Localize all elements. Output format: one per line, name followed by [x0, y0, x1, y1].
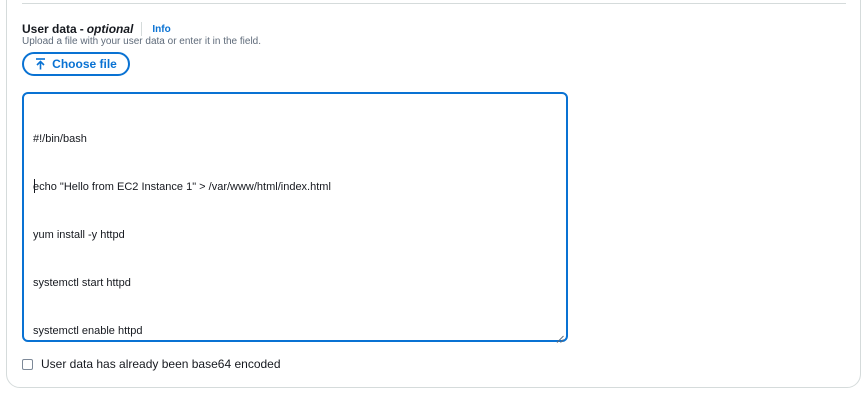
user-data-textarea[interactable]: #!/bin/bash echo "Hello from EC2 Instanc…	[22, 92, 568, 343]
field-label: User data	[22, 22, 77, 36]
resize-handle-icon[interactable]	[556, 330, 564, 343]
field-description: Upload a file with your user data or ent…	[22, 36, 262, 47]
choose-file-label: Choose file	[52, 57, 117, 71]
base64-option[interactable]: User data has already been base64 encode…	[22, 357, 281, 371]
text-caret	[34, 179, 35, 193]
choose-file-button[interactable]: Choose file	[22, 52, 130, 76]
user-data-content: #!/bin/bash echo "Hello from EC2 Instanc…	[33, 99, 331, 371]
base64-checkbox-label[interactable]: User data has already been base64 encode…	[41, 357, 281, 371]
optional-label: optional	[86, 22, 134, 36]
code-line: systemctl enable httpd	[33, 325, 143, 337]
upload-arrow-icon	[35, 58, 46, 70]
info-link[interactable]: Info	[152, 24, 170, 35]
label-divider	[141, 22, 143, 36]
code-line: systemctl start httpd	[33, 277, 131, 289]
label-separator: -	[79, 22, 84, 36]
code-line: yum install -y httpd	[33, 229, 125, 241]
section-divider	[22, 3, 846, 4]
code-line: echo "Hello from EC2 Instance 1" > /var/…	[33, 181, 331, 193]
base64-checkbox[interactable]	[22, 358, 33, 370]
code-line: #!/bin/bash	[33, 133, 87, 145]
